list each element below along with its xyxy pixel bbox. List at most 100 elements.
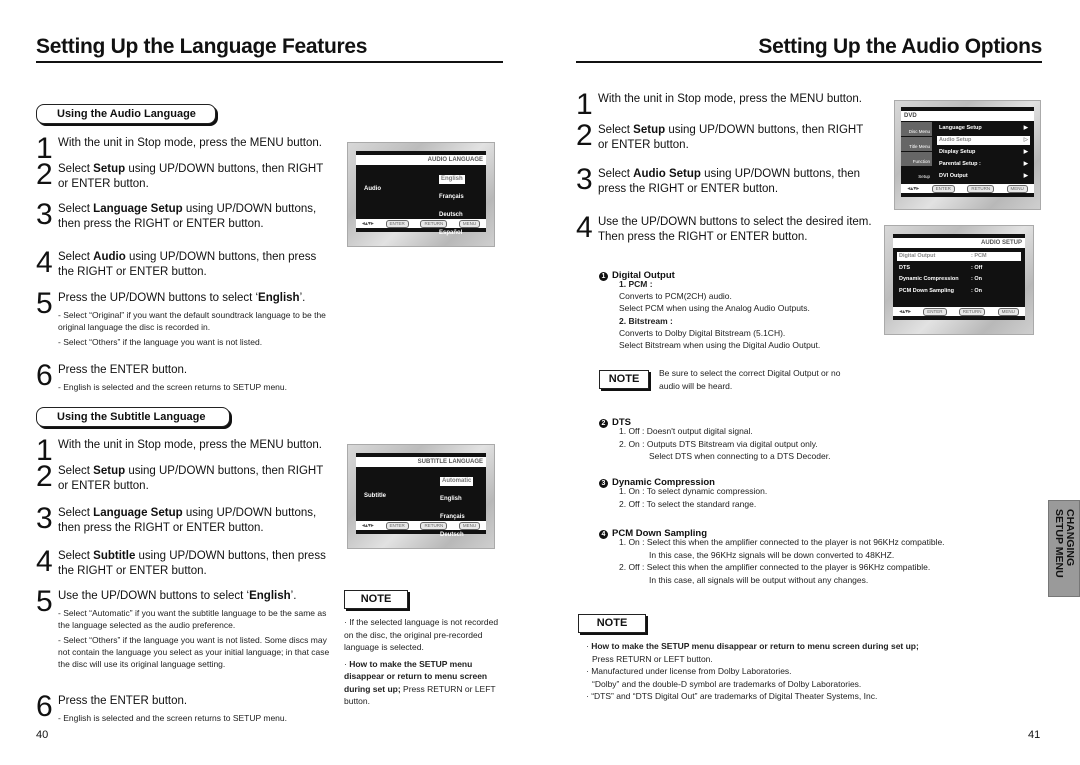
dts-details: 1. Off : Doesn't output digital signal. … [619, 426, 831, 461]
note-item: · “DTS” and “DTS Digital Out” are tradem… [586, 691, 878, 701]
step-text: Press the ENTER button. - English is sele… [58, 364, 287, 392]
side-tab-label: CHANGING SETUP MENU [1053, 509, 1076, 578]
screen-header: AUDIO SETUP [893, 238, 1025, 248]
step-note: - Select “Others” if the language you wa… [58, 635, 330, 669]
return-button: RETURN [967, 184, 995, 193]
right-page-title: Setting Up the Audio Options [758, 35, 1042, 58]
detail-line: Converts to PCM(2CH) audio. [619, 291, 732, 302]
setup-menu-items: Language Setup ▶ Audio Setup ▷ Display Setup… [937, 124, 1030, 184]
dynamic-compression-details: 1. On : To select dynamic compression. 2… [619, 486, 768, 509]
step-number: 6 [36, 359, 53, 392]
detail-line: 1. PCM : [619, 279, 653, 289]
step-2: 2 Select Setup using UP/DOWN buttons, the… [36, 460, 331, 494]
side-menu-function: Function [901, 152, 932, 166]
step-1: 1 With the unit in Stop mode, press the M… [576, 90, 876, 120]
setting-value: : On [971, 276, 982, 282]
step-5: 5 Use the UP/DOWN buttons to select ‘Engl… [36, 587, 331, 670]
return-button: RETURN [420, 521, 448, 530]
right-note-body: · How to make the SETUP menu disappear o… [586, 640, 1006, 703]
step-number: 2 [36, 460, 53, 493]
audio-language-heading: Using the Audio Language [36, 104, 216, 124]
language-option: Italiano [439, 248, 461, 254]
step-note: - Select “Automatic” if you want the sub… [58, 608, 327, 630]
language-option: Others [439, 302, 459, 308]
side-menu-title-menu: Title Menu [901, 137, 932, 151]
step-text: Press the UP/DOWN buttons to select ‘Eng… [58, 291, 331, 348]
screen-footer: ◂▴▾▸ ENTER RETURN MENU [893, 307, 1025, 316]
side-menu-disc-menu: Disc Menu [901, 122, 932, 136]
step-number: 4 [36, 545, 53, 578]
step-number: 6 [36, 690, 53, 723]
step-text: With the unit in Stop mode, press the ME… [58, 137, 322, 149]
language-option: Italiano [440, 568, 462, 574]
language-option: English [440, 496, 462, 502]
enter-button: ENTER [923, 307, 947, 316]
language-option: Original [439, 284, 462, 290]
menu-button: MENU [458, 219, 481, 228]
language-option: Español [440, 550, 464, 556]
setting-label: PCM Down Sampling [899, 287, 954, 294]
detail-line: 2. Bitstream : [619, 315, 673, 326]
setup-menu-item: Parental Setup : ▶ [937, 160, 1030, 169]
language-option: Español [439, 230, 463, 236]
digital-output-note-text: Be sure to select the correct Digital Ou… [659, 368, 841, 391]
return-button: RETURN [420, 219, 448, 228]
nav-arrows-icon: ◂▴▾▸ [361, 221, 374, 227]
step-number: 4 [36, 246, 53, 279]
language-option: Français [439, 194, 464, 200]
step-text: Select Audio using UP/DOWN buttons, then… [58, 251, 317, 278]
step-text: With the unit in Stop mode, press the ME… [58, 439, 322, 451]
enter-button: ENTER [385, 219, 409, 228]
screen-footer: ◂▴▾▸ ENTER RETURN MENU [356, 521, 486, 530]
step-number: 3 [36, 198, 53, 231]
audio-setup-screen: AUDIO SETUP Digital Output: PCM DTS: Off D… [884, 225, 1034, 335]
menu-item-label: Parental Setup : [939, 161, 981, 167]
left-title-rule [36, 61, 503, 63]
pcm-down-sampling-details: 1. On : Select this when the amplifier c… [619, 537, 945, 585]
left-note-label: NOTE [344, 590, 408, 609]
step-text: With the unit in Stop mode, press the ME… [598, 93, 862, 105]
note-item: · How to make the SETUP menu disappear o… [344, 658, 496, 707]
nav-arrows-icon: ◂▴▾▸ [907, 186, 920, 192]
step-text: Select Subtitle using UP/DOWN buttons, t… [58, 550, 326, 577]
audio-setting-row: PCM Down Sampling: On [897, 287, 1021, 296]
screen-footer: ◂▴▾▸ ENTER RETURN MENU [901, 184, 1034, 193]
step-note: - English is selected and the screen ret… [58, 382, 287, 392]
enter-button: ENTER [385, 521, 409, 530]
step-text: Use the UP/DOWN buttons to select the de… [598, 216, 872, 243]
left-page-number: 40 [36, 729, 49, 741]
audio-setting-row: Dynamic Compression: On [897, 275, 1021, 284]
step-note: - English is selected and the screen ret… [58, 713, 287, 723]
menu-item-label: Audio Setup [939, 137, 972, 143]
step-4: 4 Use the UP/DOWN buttons to select the d… [576, 211, 876, 245]
screen-header: SUBTITLE LANGUAGE [356, 457, 486, 467]
step-3: 3 Select Language Setup using UP/DOWN but… [36, 502, 331, 536]
right-page-number: 41 [1028, 729, 1041, 741]
enter-button: ENTER [931, 184, 955, 193]
digital-output-note-label: NOTE [599, 370, 649, 389]
menu-item-label: DVI Output [939, 173, 968, 179]
step-text: Select Setup using UP/DOWN buttons, then… [598, 124, 864, 151]
step-4: 4 Select Audio using UP/DOWN buttons, the… [36, 246, 331, 280]
step-text: Select Setup using UP/DOWN buttons, then… [58, 163, 324, 190]
step-number: 3 [576, 163, 593, 196]
language-option: Thai [440, 586, 453, 592]
note-item: · If the selected language is not record… [344, 617, 499, 652]
arrow-right-icon: ▶ [1023, 173, 1028, 179]
step-number: 3 [36, 502, 53, 535]
note-item: · How to make the SETUP menu disappear o… [586, 641, 919, 664]
marker-1-icon: 1 [599, 272, 608, 281]
screen-label: Subtitle [364, 493, 386, 499]
step-6: 6 Press the ENTER button. - English is sel… [36, 690, 331, 724]
step-2: 2 Select Setup using UP/DOWN buttons, the… [36, 160, 331, 192]
language-option: Others [440, 604, 460, 610]
language-option: Deutsch [439, 212, 463, 218]
detail-line: Converts to Dolby Digital Bitstream (5.1… [619, 327, 786, 338]
language-option: Automatic [440, 477, 474, 486]
audio-setting-row: Digital Output: PCM [897, 252, 1021, 261]
step-text: Press the ENTER button. - English is sele… [58, 695, 287, 723]
step-number: 4 [576, 211, 593, 244]
screen-label: Audio [364, 186, 381, 192]
audio-setup-rows: Digital Output: PCM DTS: Off Dynamic Compr… [897, 252, 1021, 298]
subtitle-language-heading: Using the Subtitle Language [36, 407, 230, 427]
